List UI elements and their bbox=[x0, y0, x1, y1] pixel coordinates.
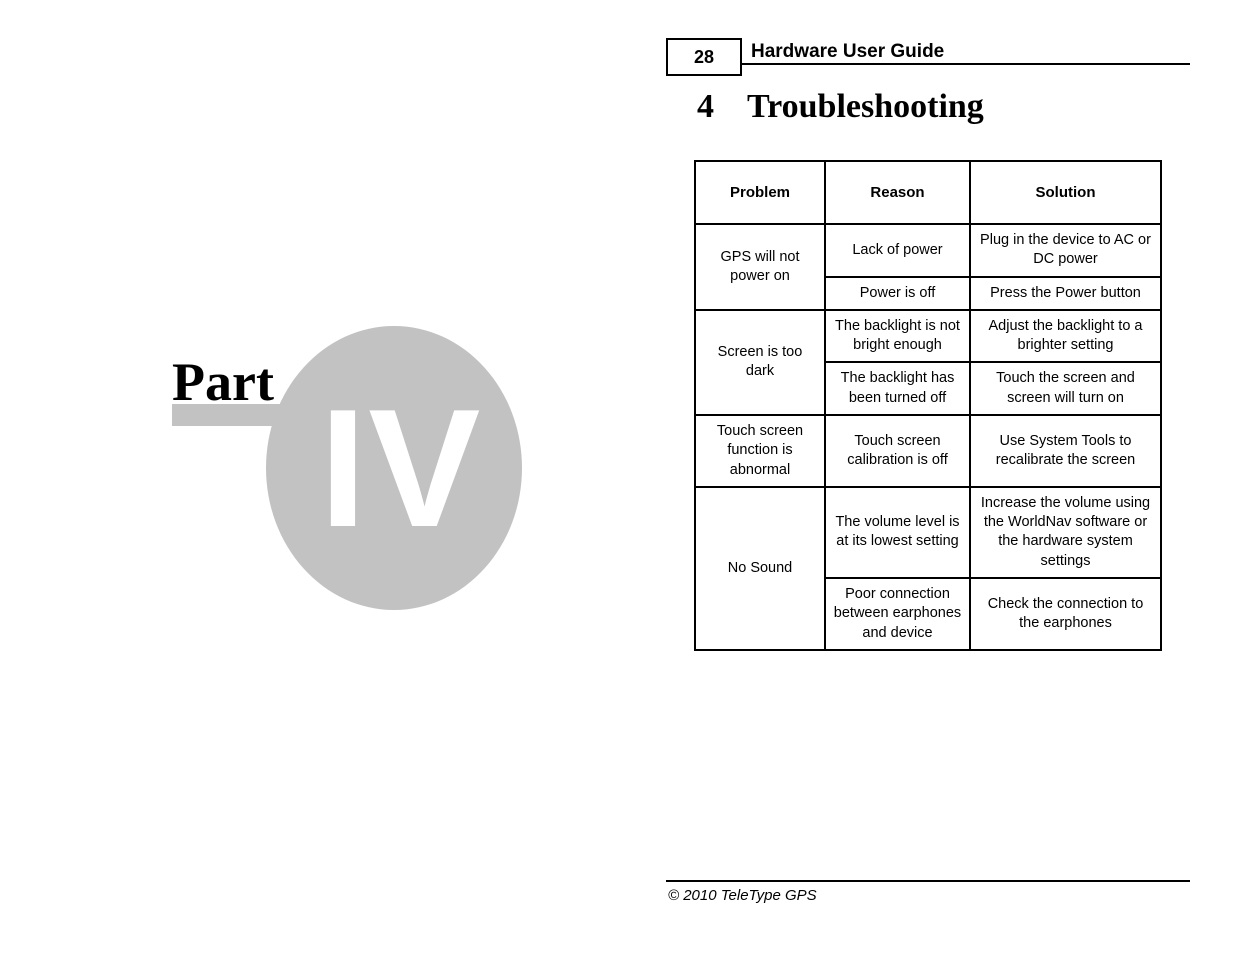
table-row: No Sound The volume level is at its lowes… bbox=[694, 485, 1162, 651]
table-row: GPS will not power on Lack of power Plug i… bbox=[694, 223, 1162, 311]
cell-reason: Lack of power bbox=[824, 223, 971, 278]
cell-reason: The backlight has been turned off bbox=[824, 361, 971, 416]
part-label: Part bbox=[172, 352, 274, 412]
copyright-notice: © 2010 TeleType GPS bbox=[668, 887, 817, 904]
chapter-number: 4 bbox=[697, 88, 714, 125]
cell-solution: Press the Power button bbox=[969, 275, 1162, 311]
part-graphic: IV Part bbox=[0, 0, 660, 954]
document-title: Hardware User Guide bbox=[751, 41, 945, 62]
table-body: GPS will not power on Lack of power Plug i… bbox=[694, 223, 1162, 651]
header-divider bbox=[742, 63, 1190, 65]
cell-reason: Touch screen calibration is off bbox=[824, 413, 971, 488]
chapter-title: Troubleshooting bbox=[747, 88, 984, 125]
column-header-reason: Reason bbox=[824, 160, 971, 225]
table-header: Problem Reason Solution bbox=[694, 160, 1162, 225]
cell-problem: Screen is too dark bbox=[694, 308, 826, 416]
cell-reason: The backlight is not bright enough bbox=[824, 308, 971, 364]
cell-problem: Touch screen function is abnormal bbox=[694, 413, 826, 488]
table-header-row: Problem Reason Solution bbox=[694, 160, 1162, 225]
table-row: Touch screen function is abnormal Touch s… bbox=[694, 413, 1162, 488]
part-roman-numeral: IV bbox=[319, 374, 483, 562]
cell-solution: Check the connection to the earphones bbox=[969, 576, 1162, 651]
page-number-box: 28 bbox=[666, 38, 742, 76]
cell-solution: Plug in the device to AC or DC power bbox=[969, 223, 1162, 278]
cell-problem: GPS will not power on bbox=[694, 223, 826, 311]
cell-solution: Increase the volume using the WorldNav s… bbox=[969, 485, 1162, 579]
table-row: Screen is too dark The backlight is not b… bbox=[694, 308, 1162, 416]
column-header-problem: Problem bbox=[694, 160, 826, 225]
troubleshooting-table: Problem Reason Solution GPS will not pow… bbox=[694, 160, 1162, 651]
cell-solution: Touch the screen and screen will turn on bbox=[969, 361, 1162, 416]
page-header: 28 Hardware User Guide bbox=[0, 0, 1235, 90]
page-title: 4 Troubleshooting bbox=[697, 88, 984, 125]
cell-problem: No Sound bbox=[694, 485, 826, 651]
cell-solution: Adjust the backlight to a brighter setti… bbox=[969, 308, 1162, 364]
cell-solution: Use System Tools to recalibrate the scre… bbox=[969, 413, 1162, 488]
cell-reason: Power is off bbox=[824, 275, 971, 311]
cell-reason: The volume level is at its lowest settin… bbox=[824, 485, 971, 579]
cell-reason: Poor connection between earphones and de… bbox=[824, 576, 971, 651]
column-header-solution: Solution bbox=[969, 160, 1162, 225]
footer-divider bbox=[666, 880, 1190, 882]
